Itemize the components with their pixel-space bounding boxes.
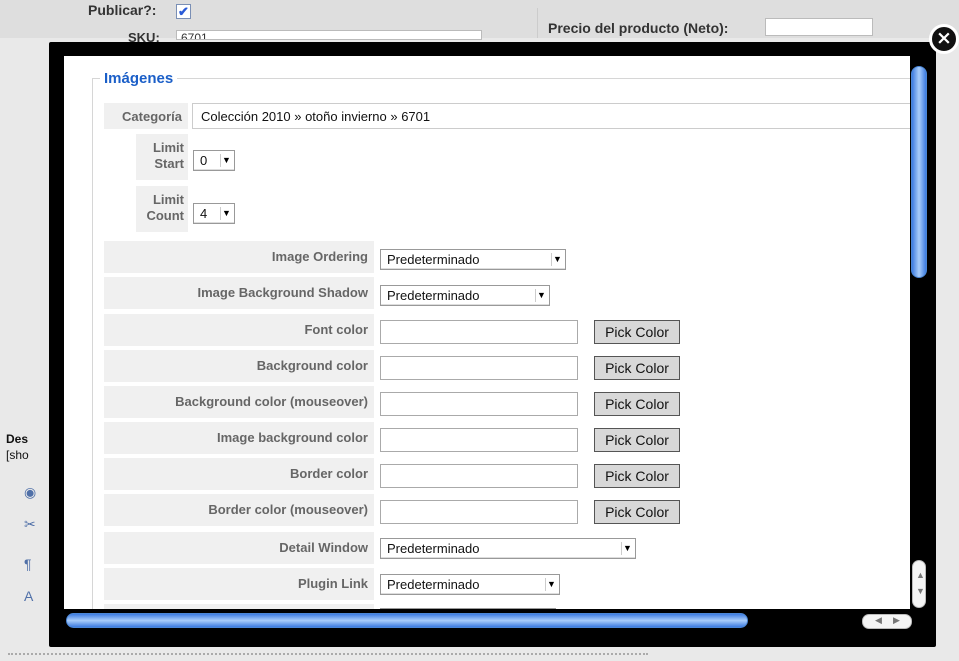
fieldset-legend: Imágenes bbox=[100, 70, 178, 87]
globe-icon[interactable]: ◉ bbox=[24, 484, 40, 500]
vertical-scroll-track[interactable] bbox=[912, 560, 926, 608]
image-background-color-label: Image background color bbox=[104, 422, 374, 454]
border-color-pick-button[interactable]: Pick Color bbox=[594, 464, 680, 488]
border-color-mouseover-label: Border color (mouseover) bbox=[104, 494, 374, 526]
limit-start-label: Limit Start bbox=[136, 134, 188, 180]
limit-start-select[interactable]: 0 ▼ bbox=[193, 150, 235, 171]
chevron-down-icon: ▼ bbox=[220, 207, 232, 220]
paragraph-icon[interactable]: ¶ bbox=[24, 556, 40, 572]
publicar-checkbox[interactable]: ✔ bbox=[176, 4, 191, 19]
categoria-label: Categoría bbox=[104, 103, 188, 129]
next-row-label bbox=[104, 604, 374, 609]
background-color-pick-button[interactable]: Pick Color bbox=[594, 356, 680, 380]
scroll-left-icon[interactable]: ◀ bbox=[875, 615, 882, 626]
scroll-right-icon[interactable]: ▶ bbox=[893, 615, 900, 626]
close-icon[interactable]: × bbox=[929, 24, 959, 54]
image-background-color-input[interactable] bbox=[380, 428, 578, 452]
horizontal-scroll-track[interactable] bbox=[862, 614, 912, 629]
font-color-label: Font color bbox=[104, 314, 374, 346]
image-ordering-select[interactable]: Predeterminado ▼ bbox=[380, 249, 566, 270]
sku-input[interactable]: 6701 bbox=[176, 30, 482, 40]
plugin-link-select[interactable]: Predeterminado ▼ bbox=[380, 574, 560, 595]
plugin-link-label: Plugin Link bbox=[104, 568, 374, 600]
border-color-mouseover-input[interactable] bbox=[380, 500, 578, 524]
vertical-scroll-thumb[interactable] bbox=[911, 66, 927, 278]
description-title: Des bbox=[6, 432, 29, 446]
background-color-input[interactable] bbox=[380, 356, 578, 380]
scroll-down-icon[interactable]: ▼ bbox=[916, 586, 925, 596]
limit-count-label: Limit Count bbox=[136, 186, 188, 232]
description-subtitle: [sho bbox=[6, 448, 29, 462]
precio-label: Precio del producto (Neto): bbox=[548, 20, 729, 36]
modal-content: Imágenes Categoría Colección 2010 » otoñ… bbox=[64, 56, 910, 609]
next-row-select[interactable] bbox=[380, 608, 556, 609]
background-color-mouseover-label: Background color (mouseover) bbox=[104, 386, 374, 418]
detail-window-label: Detail Window bbox=[104, 532, 374, 564]
border-color-mouseover-pick-button[interactable]: Pick Color bbox=[594, 500, 680, 524]
precio-input[interactable] bbox=[765, 18, 873, 36]
text-format-icon[interactable]: A bbox=[24, 588, 40, 604]
border-color-input[interactable] bbox=[380, 464, 578, 488]
image-bg-shadow-label: Image Background Shadow bbox=[104, 277, 374, 309]
chevron-down-icon: ▼ bbox=[551, 253, 563, 266]
image-ordering-label: Image Ordering bbox=[104, 241, 374, 273]
chevron-down-icon: ▼ bbox=[535, 289, 547, 302]
image-background-color-pick-button[interactable]: Pick Color bbox=[594, 428, 680, 452]
chevron-down-icon: ▼ bbox=[220, 154, 232, 167]
background-color-mouseover-input[interactable] bbox=[380, 392, 578, 416]
cut-icon[interactable]: ✂ bbox=[24, 516, 40, 532]
horizontal-scroll-thumb[interactable] bbox=[66, 613, 748, 628]
chevron-down-icon: ▼ bbox=[545, 578, 557, 591]
border-color-label: Border color bbox=[104, 458, 374, 490]
divider bbox=[8, 653, 648, 655]
font-color-input[interactable] bbox=[380, 320, 578, 344]
background-color-mouseover-pick-button[interactable]: Pick Color bbox=[594, 392, 680, 416]
chevron-down-icon: ▼ bbox=[621, 542, 633, 555]
publicar-label: Publicar?: bbox=[88, 2, 157, 18]
scroll-up-icon[interactable]: ▲ bbox=[916, 570, 925, 580]
image-bg-shadow-select[interactable]: Predeterminado ▼ bbox=[380, 285, 550, 306]
font-color-pick-button[interactable]: Pick Color bbox=[594, 320, 680, 344]
limit-count-select[interactable]: 4 ▼ bbox=[193, 203, 235, 224]
detail-window-select[interactable]: Predeterminado ▼ bbox=[380, 538, 636, 559]
categoria-value: Colección 2010 » otoño invierno » 6701 bbox=[192, 103, 910, 129]
background-color-label: Background color bbox=[104, 350, 374, 382]
